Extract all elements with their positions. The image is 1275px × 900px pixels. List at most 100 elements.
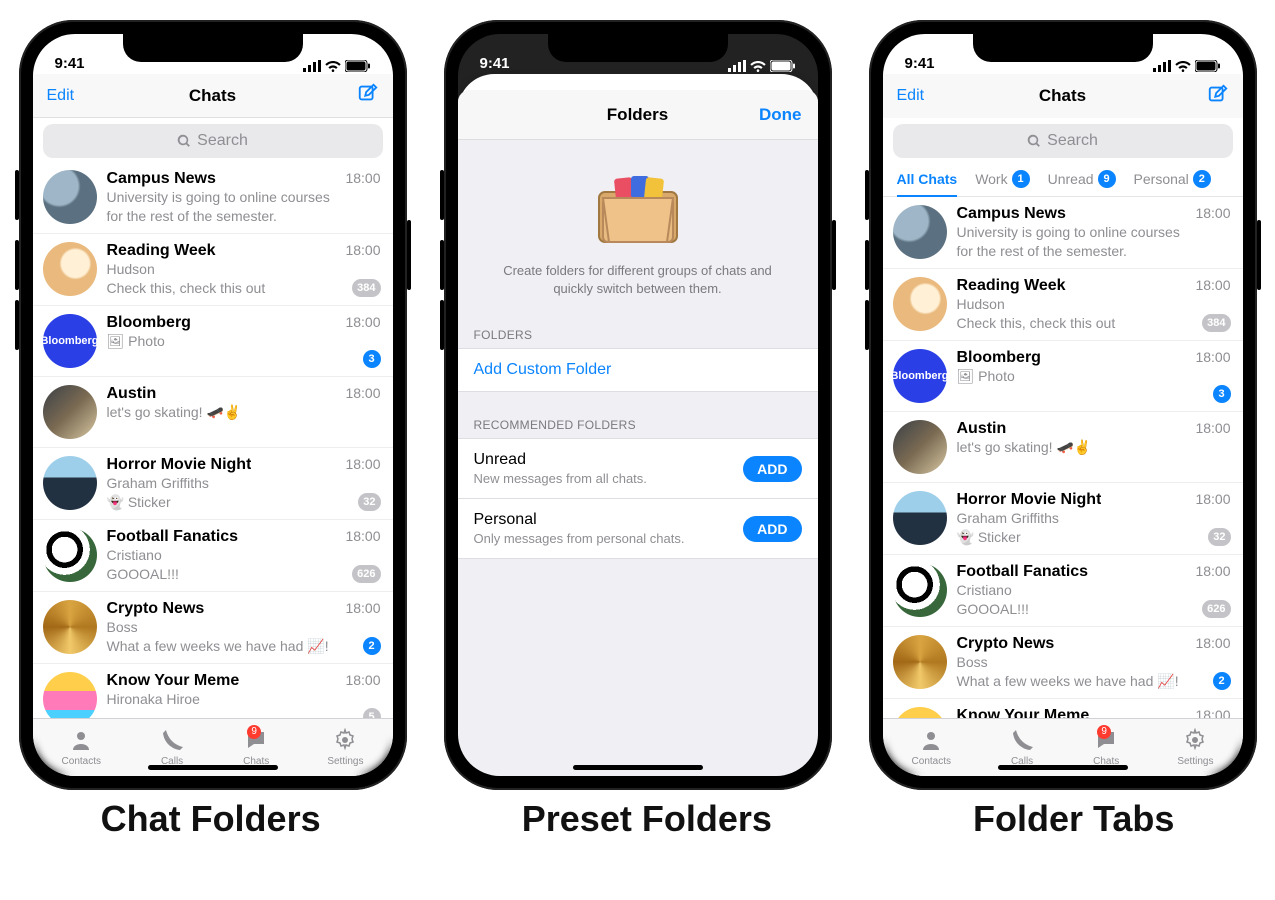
- status-icons: [728, 60, 796, 72]
- chat-title: Horror Movie Night: [107, 456, 252, 474]
- chat-preview: What a few weeks we have had 📈!: [957, 673, 1182, 691]
- tab-contacts[interactable]: Contacts: [62, 728, 101, 767]
- status-icons: [303, 60, 371, 72]
- chat-time: 18:00: [345, 456, 380, 472]
- chat-row[interactable]: Campus NewsUniversity is going to online…: [883, 197, 1243, 269]
- chat-title: Crypto News: [107, 600, 205, 618]
- unread-badge: 626: [352, 565, 380, 583]
- tab-calls[interactable]: Calls: [159, 728, 185, 767]
- home-indicator: [573, 765, 703, 770]
- folder-tab[interactable]: Personal2: [1134, 170, 1211, 196]
- avatar: [893, 635, 947, 689]
- folder-tab[interactable]: All Chats: [897, 170, 958, 197]
- chat-subtitle: Graham Griffiths: [107, 475, 332, 493]
- folder-tab[interactable]: Work1: [975, 170, 1029, 196]
- tab-label: Settings: [327, 756, 363, 767]
- avatar: [43, 456, 97, 510]
- calls-icon: [1009, 728, 1035, 752]
- tab-settings[interactable]: Settings: [1177, 728, 1213, 767]
- caption: Chat Folders: [101, 798, 321, 840]
- chat-row[interactable]: Football FanaticsCristianoGOOOAL!!!18:00…: [33, 520, 393, 592]
- chat-time: 18:00: [1195, 277, 1230, 293]
- avatar: [43, 385, 97, 439]
- avatar: [43, 672, 97, 718]
- chat-subtitle: Cristiano: [107, 547, 332, 565]
- chat-subtitle: let's go skating! 🛹✌️: [107, 404, 332, 422]
- chat-subtitle: Cristiano: [957, 582, 1182, 600]
- compose-icon: [357, 82, 379, 104]
- chat-subtitle: University is going to online courses: [957, 224, 1182, 242]
- done-button[interactable]: Done: [759, 105, 802, 125]
- chat-title: Know Your Meme: [107, 672, 240, 690]
- status-time: 9:41: [905, 55, 935, 72]
- add-button[interactable]: ADD: [743, 456, 801, 482]
- notch: [123, 34, 303, 62]
- add-custom-folder[interactable]: Add Custom Folder: [458, 348, 818, 392]
- folder-tab[interactable]: Unread9: [1048, 170, 1116, 196]
- search-input[interactable]: Search: [893, 124, 1233, 158]
- wifi-icon: [750, 60, 766, 72]
- notch: [548, 34, 728, 62]
- edit-button[interactable]: Edit: [897, 87, 945, 105]
- avatar: [43, 528, 97, 582]
- tab-settings[interactable]: Settings: [327, 728, 363, 767]
- chat-time: 18:00: [1195, 420, 1230, 436]
- home-indicator: [998, 765, 1128, 770]
- folder-tab-label: All Chats: [897, 171, 958, 187]
- tab-chats[interactable]: 9Chats: [243, 728, 269, 767]
- folder-tab-label: Personal: [1134, 171, 1189, 187]
- compose-button[interactable]: [1181, 83, 1229, 110]
- chat-subtitle: 🖼 Photo: [107, 333, 332, 351]
- chat-row[interactable]: Austinlet's go skating! 🛹✌️18:00: [33, 377, 393, 448]
- chat-preview: GOOOAL!!!: [957, 601, 1182, 619]
- calls-icon: [159, 728, 185, 752]
- chat-row[interactable]: Campus NewsUniversity is going to online…: [33, 162, 393, 234]
- avatar: [893, 277, 947, 331]
- avatar: [43, 170, 97, 224]
- tab-calls[interactable]: Calls: [1009, 728, 1035, 767]
- caption: Folder Tabs: [973, 798, 1174, 840]
- chat-time: 18:00: [1195, 349, 1230, 365]
- chat-time: 18:00: [1195, 491, 1230, 507]
- settings-icon: [1182, 728, 1208, 752]
- battery-icon: [345, 60, 371, 72]
- section-folders: FOLDERS: [458, 320, 818, 348]
- chat-preview: Check this, check this out: [957, 315, 1182, 333]
- chat-row[interactable]: Know Your MemeHironaka Hiroe18:005: [883, 699, 1243, 718]
- avatar: [893, 491, 947, 545]
- chat-time: 18:00: [345, 385, 380, 401]
- chat-time: 18:00: [345, 242, 380, 258]
- avatar: [893, 205, 947, 259]
- chat-list[interactable]: Campus NewsUniversity is going to online…: [33, 162, 393, 718]
- chat-row[interactable]: BloombergBloomberg🖼 Photo18:003: [33, 306, 393, 377]
- chat-row[interactable]: Football FanaticsCristianoGOOOAL!!!18:00…: [883, 555, 1243, 627]
- battery-icon: [1195, 60, 1221, 72]
- chat-row[interactable]: Crypto NewsBossWhat a few weeks we have …: [33, 592, 393, 664]
- chat-title: Reading Week: [957, 277, 1066, 295]
- chat-row[interactable]: Horror Movie NightGraham Griffiths👻 Stic…: [883, 483, 1243, 555]
- unread-badge: 32: [1208, 528, 1230, 546]
- add-button[interactable]: ADD: [743, 516, 801, 542]
- tab-contacts[interactable]: Contacts: [912, 728, 951, 767]
- chat-row[interactable]: Know Your MemeHironaka Hiroe18:005: [33, 664, 393, 718]
- tab-chats[interactable]: 9Chats: [1093, 728, 1119, 767]
- compose-icon: [1207, 83, 1229, 105]
- search-input[interactable]: Search: [43, 124, 383, 158]
- chat-row[interactable]: Austinlet's go skating! 🛹✌️18:00: [883, 412, 1243, 483]
- compose-button[interactable]: [331, 82, 379, 109]
- chat-row[interactable]: Crypto NewsBossWhat a few weeks we have …: [883, 627, 1243, 699]
- signal-icon: [303, 60, 321, 72]
- chat-title: Football Fanatics: [957, 563, 1089, 581]
- chat-row[interactable]: BloombergBloomberg🖼 Photo18:003: [883, 341, 1243, 412]
- folder-tab-badge: 9: [1098, 170, 1116, 188]
- sheet-header: Folders Done: [458, 90, 818, 140]
- nav-title: Chats: [95, 86, 331, 106]
- chat-preview: GOOOAL!!!: [107, 566, 332, 584]
- edit-button[interactable]: Edit: [47, 87, 95, 105]
- chat-row[interactable]: Horror Movie NightGraham Griffiths👻 Stic…: [33, 448, 393, 520]
- chat-title: Horror Movie Night: [957, 491, 1102, 509]
- chat-row[interactable]: Reading WeekHudsonCheck this, check this…: [883, 269, 1243, 341]
- chat-row[interactable]: Reading WeekHudsonCheck this, check this…: [33, 234, 393, 306]
- chat-list[interactable]: Campus NewsUniversity is going to online…: [883, 197, 1243, 718]
- section-recommended: RECOMMENDED FOLDERS: [458, 410, 818, 438]
